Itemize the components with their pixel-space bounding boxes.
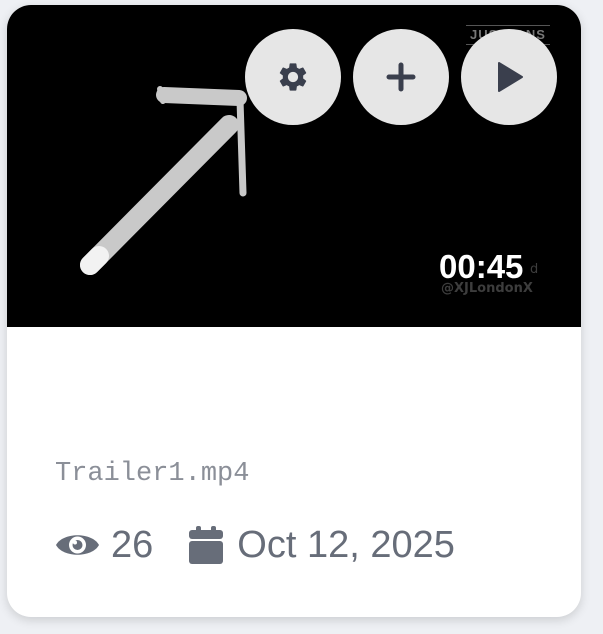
file-name[interactable]: Trailer1.mp4 [55,459,249,489]
views-count: 26 [111,523,154,566]
add-button[interactable] [353,29,449,125]
plus-icon [385,61,417,93]
play-button[interactable] [461,29,557,125]
video-duration: 00:45 [439,248,524,285]
video-meta: 26 Oct 12, 2025 [55,520,455,570]
eye-icon [55,529,100,561]
upload-date: Oct 12, 2025 [237,523,455,566]
video-thumbnail[interactable]: JUSTFANS d @XJLondonX 00:45 [7,5,581,327]
settings-button[interactable] [245,29,341,125]
gear-icon [276,60,310,94]
play-icon [493,61,525,93]
video-info: Trailer1.mp4 26 Oct 12, 2025 [7,327,581,617]
video-card[interactable]: JUSTFANS d @XJLondonX 00:45 [7,5,581,617]
calendar-icon [189,526,224,564]
watermark-tail: d [530,262,539,277]
